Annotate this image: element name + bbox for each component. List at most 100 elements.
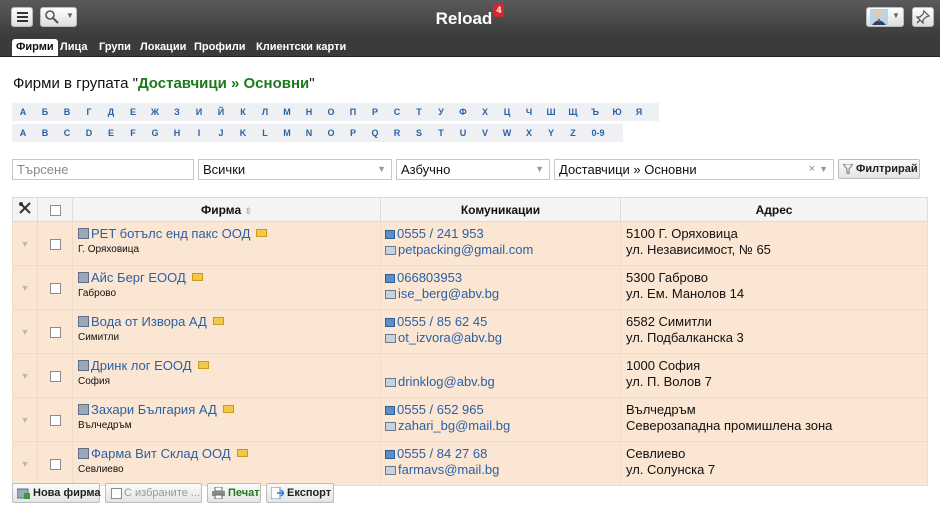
alphabet-letter[interactable]: 0-9 [584,128,612,138]
alphabet-letter[interactable]: Я [628,107,650,117]
phone-link[interactable]: 0555 / 84 27 68 [397,446,487,461]
alphabet-letter[interactable]: H [166,128,188,138]
alphabet-letter[interactable]: П [342,107,364,117]
alphabet-letter[interactable]: Ш [540,107,562,117]
email-link[interactable]: ise_berg@abv.bg [398,286,499,301]
firm-name-link[interactable]: Дринк лог ЕООД [91,358,192,373]
new-firm-button[interactable]: Нова фирма [12,483,101,503]
alphabet-letter[interactable]: L [254,128,276,138]
alphabet-letter[interactable]: Y [540,128,562,138]
alphabet-letter[interactable]: R [386,128,408,138]
firm-name-link[interactable]: Фарма Вит Склад ООД [91,446,231,461]
alphabet-letter[interactable]: K [232,128,254,138]
alphabet-letter[interactable]: Н [298,107,320,117]
user-menu-button[interactable]: ▼ [866,7,904,27]
alphabet-letter[interactable]: Q [364,128,386,138]
row-checkbox[interactable] [49,370,61,382]
expand-arrow-icon[interactable]: ▼ [21,327,30,337]
phone-link[interactable]: 0555 / 652 965 [397,402,484,417]
row-expand-cell[interactable]: ▼ [12,397,38,442]
alphabet-letter[interactable]: U [452,128,474,138]
table-row[interactable]: ▼ PET ботълс енд пакс ООД Г. Оряховица 0555… [12,221,928,266]
email-link[interactable]: petpacking@gmail.com [398,242,533,257]
alphabet-letter[interactable]: F [122,128,144,138]
alphabet-letter[interactable]: D [78,128,100,138]
alphabet-letter[interactable]: Ч [518,107,540,117]
alphabet-letter[interactable]: Л [254,107,276,117]
with-selected-button[interactable]: С избраните ... [105,483,202,503]
phone-link[interactable]: 066803953 [397,270,462,285]
alphabet-letter[interactable]: Р [364,107,386,117]
alphabet-letter[interactable]: В [56,107,78,117]
alphabet-letter[interactable]: X [518,128,540,138]
alphabet-letter[interactable]: Х [474,107,496,117]
alphabet-letter[interactable]: Й [210,107,232,117]
row-expand-cell[interactable]: ▼ [12,353,38,398]
alphabet-letter[interactable]: M [276,128,298,138]
alphabet-letter[interactable]: O [320,128,342,138]
folder-icon[interactable] [197,361,209,369]
alphabet-letter[interactable]: N [298,128,320,138]
expand-arrow-icon[interactable]: ▼ [21,415,30,425]
select-all-header[interactable] [37,197,73,222]
alphabet-letter[interactable]: Щ [562,107,584,117]
select-all-checkbox[interactable] [49,204,61,216]
firm-column-header[interactable]: Фирма ⇕ [72,197,381,222]
row-expand-cell[interactable]: ▼ [12,441,38,486]
group-select[interactable]: Доставчици » Основни × ▼ [554,159,834,180]
alphabet-letter[interactable]: Ж [144,107,166,117]
alphabet-letter[interactable]: Ъ [584,107,606,117]
expand-arrow-icon[interactable]: ▼ [21,239,30,249]
alphabet-letter[interactable]: Г [78,107,100,117]
alphabet-letter[interactable]: И [188,107,210,117]
alphabet-letter[interactable]: W [496,128,518,138]
alphabet-letter[interactable]: З [166,107,188,117]
alphabet-letter[interactable]: Д [100,107,122,117]
table-row[interactable]: ▼ Айс Берг ЕООД Габрово 066803953 ise_berg@a… [12,265,928,310]
tab-persons[interactable]: Лица [56,39,92,56]
alphabet-letter[interactable]: М [276,107,298,117]
alphabet-letter[interactable]: E [100,128,122,138]
table-row[interactable]: ▼ Дринк лог ЕООД София drinklog@abv.bg 1000 … [12,353,928,398]
row-expand-cell[interactable]: ▼ [12,221,38,266]
tab-groups[interactable]: Групи [95,39,135,56]
filter-button[interactable]: Филтрирай [838,159,920,179]
alphabet-letter[interactable]: О [320,107,342,117]
alphabet-letter[interactable]: S [408,128,430,138]
alphabet-letter[interactable]: А [12,107,34,117]
alphabet-letter[interactable]: B [34,128,56,138]
alphabet-letter[interactable]: Е [122,107,144,117]
email-link[interactable]: zahari_bg@mail.bg [398,418,510,433]
row-checkbox[interactable] [49,282,61,294]
table-row[interactable]: ▼ Захари България АД Вълчедръм 0555 / 652 9… [12,397,928,442]
row-checkbox[interactable] [49,414,61,426]
firm-name-link[interactable]: Вода от Извора АД [91,314,207,329]
expand-arrow-icon[interactable]: ▼ [21,371,30,381]
expand-arrow-icon[interactable]: ▼ [21,283,30,293]
alphabet-letter[interactable]: V [474,128,496,138]
search-input[interactable]: Търсене [12,159,194,180]
alphabet-letter[interactable]: J [210,128,232,138]
email-link[interactable]: ot_izvora@abv.bg [398,330,502,345]
alphabet-letter[interactable]: Т [408,107,430,117]
alphabet-letter[interactable]: Ю [606,107,628,117]
firm-name-link[interactable]: Захари България АД [91,402,217,417]
phone-link[interactable]: 0555 / 85 62 45 [397,314,487,329]
alphabet-letter[interactable]: G [144,128,166,138]
phone-link[interactable]: 0555 / 241 953 [397,226,484,241]
table-row[interactable]: ▼ Фарма Вит Склад ООД Севлиево 0555 / 84 27… [12,441,928,486]
alphabet-letter[interactable]: К [232,107,254,117]
expand-arrow-icon[interactable]: ▼ [21,459,30,469]
alphabet-letter[interactable]: C [56,128,78,138]
row-checkbox[interactable] [49,326,61,338]
alphabet-letter[interactable]: Ф [452,107,474,117]
tab-firms[interactable]: Фирми [12,39,58,56]
alphabet-letter[interactable]: Б [34,107,56,117]
alphabet-letter[interactable]: С [386,107,408,117]
folder-icon[interactable] [191,273,203,281]
email-link[interactable]: drinklog@abv.bg [398,374,495,389]
alphabet-letter[interactable]: Ц [496,107,518,117]
row-checkbox[interactable] [49,458,61,470]
firm-name-link[interactable]: PET ботълс енд пакс ООД [91,226,250,241]
type-select[interactable]: Всички ▼ [198,159,392,180]
